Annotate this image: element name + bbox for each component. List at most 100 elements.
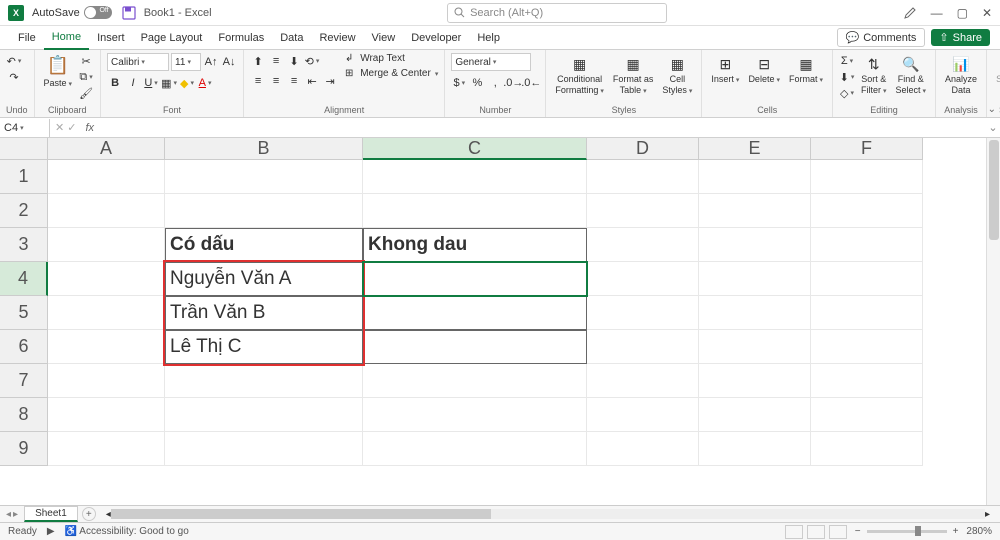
increase-indent-button[interactable]: ⇥ (322, 73, 338, 89)
horizontal-scrollbar[interactable]: ◂▸ (96, 509, 1000, 520)
cell-A1[interactable] (48, 160, 165, 194)
cell-C5[interactable] (363, 296, 587, 330)
cell-F1[interactable] (811, 160, 923, 194)
cell-F2[interactable] (811, 194, 923, 228)
cell-C8[interactable] (363, 398, 587, 432)
cell-D1[interactable] (587, 160, 699, 194)
cell-B1[interactable] (165, 160, 363, 194)
cell-E5[interactable] (699, 296, 811, 330)
cell-A4[interactable] (48, 262, 165, 296)
cell-C1[interactable] (363, 160, 587, 194)
tab-page-layout[interactable]: Page Layout (133, 26, 211, 50)
cell-D6[interactable] (587, 330, 699, 364)
row-header-6[interactable]: 6 (0, 330, 48, 364)
cell-D5[interactable] (587, 296, 699, 330)
cell-C7[interactable] (363, 364, 587, 398)
find-select-button[interactable]: 🔍 Find & Select (893, 53, 930, 97)
save-icon[interactable] (122, 6, 136, 20)
row-header-3[interactable]: 3 (0, 228, 48, 262)
format-painter-button[interactable]: 🖌 (78, 85, 94, 101)
tab-home[interactable]: Home (44, 26, 89, 50)
cell-B9[interactable] (165, 432, 363, 466)
percent-format-button[interactable]: % (469, 75, 485, 91)
decrease-font-button[interactable]: A↓ (221, 54, 237, 70)
cell-F3[interactable] (811, 228, 923, 262)
align-top-button[interactable]: ⬆ (250, 53, 266, 69)
ribbon-collapse-button[interactable]: ⌄ (988, 104, 996, 115)
cell-B2[interactable] (165, 194, 363, 228)
decrease-decimal-button[interactable]: .0← (523, 75, 539, 91)
cell-F9[interactable] (811, 432, 923, 466)
maximize-icon[interactable]: ▢ (957, 6, 968, 20)
macro-record-icon[interactable]: ▶ (47, 526, 55, 537)
align-center-button[interactable]: ≡ (268, 73, 284, 89)
font-color-button[interactable]: A (197, 75, 213, 91)
row-header-2[interactable]: 2 (0, 194, 48, 228)
cell-C4[interactable] (363, 262, 587, 296)
align-right-button[interactable]: ≡ (286, 73, 302, 89)
tab-insert[interactable]: Insert (89, 26, 133, 50)
cell-A6[interactable] (48, 330, 165, 364)
copy-button[interactable]: ⧉ (78, 69, 94, 85)
cell-F5[interactable] (811, 296, 923, 330)
row-header-8[interactable]: 8 (0, 398, 48, 432)
tab-formulas[interactable]: Formulas (210, 26, 272, 50)
wrap-text-button[interactable]: ↲ Wrap Text (345, 53, 438, 64)
col-header-E[interactable]: E (699, 138, 811, 160)
cell-F4[interactable] (811, 262, 923, 296)
cut-button[interactable]: ✂ (78, 53, 94, 69)
fx-icon[interactable]: fx (81, 122, 98, 134)
cell-F8[interactable] (811, 398, 923, 432)
number-format-select[interactable]: General (451, 53, 531, 71)
formula-input[interactable] (98, 119, 986, 137)
sheet-nav-prev[interactable]: ◂ (6, 509, 11, 520)
cell-A9[interactable] (48, 432, 165, 466)
cell-C2[interactable] (363, 194, 587, 228)
autosave-toggle[interactable]: Off (84, 6, 112, 19)
orientation-button[interactable]: ⟲ (304, 53, 320, 69)
cell-C9[interactable] (363, 432, 587, 466)
align-left-button[interactable]: ≡ (250, 73, 266, 89)
conditional-formatting-button[interactable]: ▦ Conditional Formatting (552, 53, 607, 97)
enter-formula-icon[interactable]: ✓ (67, 121, 76, 134)
bold-button[interactable]: B (107, 75, 123, 91)
sheet-tab-1[interactable]: Sheet1 (24, 506, 78, 522)
search-box[interactable]: Search (Alt+Q) (447, 3, 667, 23)
select-all-corner[interactable] (0, 138, 48, 160)
cell-D9[interactable] (587, 432, 699, 466)
cell-A2[interactable] (48, 194, 165, 228)
cell-E7[interactable] (699, 364, 811, 398)
delete-cells-button[interactable]: ⊟ Delete (745, 53, 783, 86)
cell-E3[interactable] (699, 228, 811, 262)
tab-review[interactable]: Review (311, 26, 363, 50)
cell-styles-button[interactable]: ▦ Cell Styles (659, 53, 695, 97)
share-button[interactable]: ⇧Share (931, 29, 990, 46)
fill-button[interactable]: ⬇ (839, 69, 855, 85)
row-header-5[interactable]: 5 (0, 296, 48, 330)
cell-D4[interactable] (587, 262, 699, 296)
font-name-select[interactable]: Calibri (107, 53, 169, 71)
name-box[interactable]: C4 (0, 119, 50, 137)
row-header-4[interactable]: 4 (0, 262, 48, 296)
cell-E4[interactable] (699, 262, 811, 296)
cell-A7[interactable] (48, 364, 165, 398)
col-header-F[interactable]: F (811, 138, 923, 160)
decrease-indent-button[interactable]: ⇤ (304, 73, 320, 89)
italic-button[interactable]: I (125, 75, 141, 91)
pen-icon[interactable] (903, 6, 917, 20)
normal-view-button[interactable] (785, 525, 803, 539)
analyze-data-button[interactable]: 📊 Analyze Data (942, 53, 980, 97)
comma-format-button[interactable]: , (487, 75, 503, 91)
formula-expand-button[interactable]: ⌄ (986, 121, 1000, 134)
autosum-button[interactable]: Σ (839, 53, 855, 69)
insert-cells-button[interactable]: ⊞ Insert (708, 53, 742, 86)
tab-view[interactable]: View (364, 26, 404, 50)
cell-E8[interactable] (699, 398, 811, 432)
accounting-format-button[interactable]: $ (451, 75, 467, 91)
cell-C3[interactable]: Khong dau (363, 228, 587, 262)
cell-B6[interactable]: Lê Thị C (165, 330, 363, 364)
cell-D8[interactable] (587, 398, 699, 432)
cancel-formula-icon[interactable]: ✕ (55, 121, 64, 134)
undo-button[interactable]: ↶ (6, 53, 22, 69)
sheet-nav-next[interactable]: ▸ (13, 509, 18, 520)
